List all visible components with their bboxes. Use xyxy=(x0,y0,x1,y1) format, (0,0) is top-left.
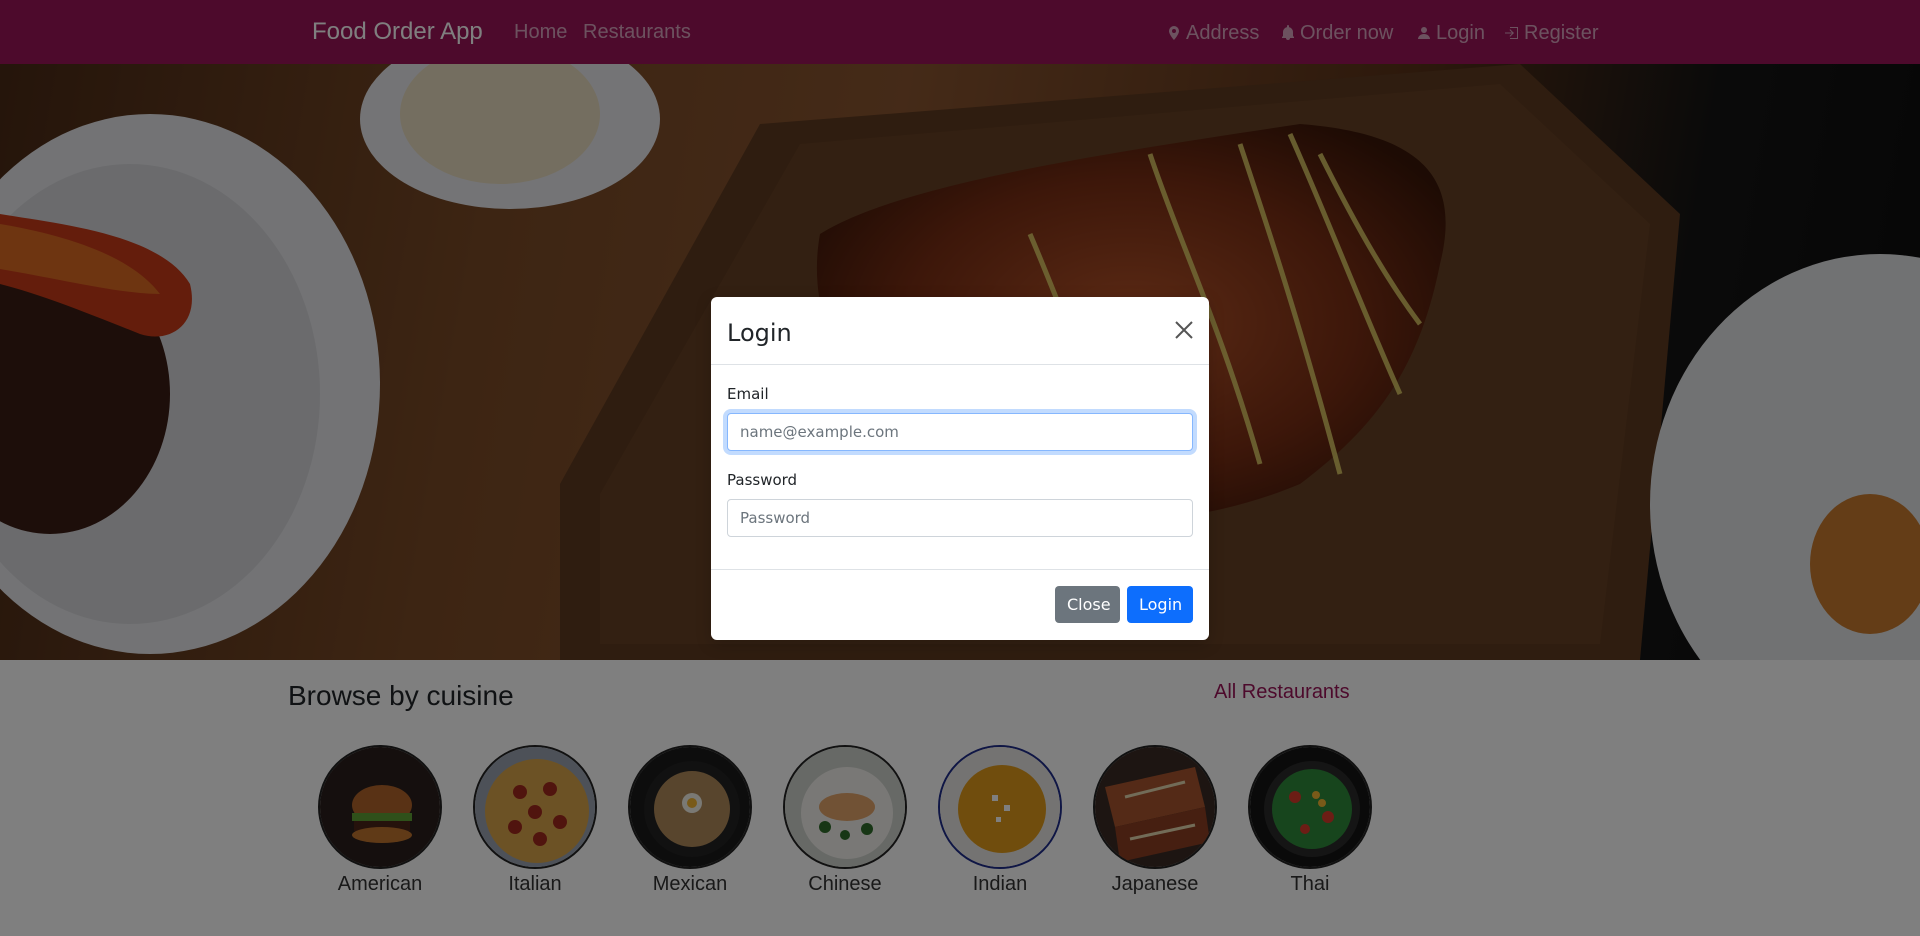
modal-header: Login xyxy=(711,297,1209,365)
login-modal: Login Email Password Close Login xyxy=(711,297,1209,640)
password-label: Password xyxy=(727,471,798,489)
password-input[interactable] xyxy=(727,499,1193,537)
login-button[interactable]: Login xyxy=(1127,586,1193,623)
email-input[interactable] xyxy=(727,413,1193,451)
email-label: Email xyxy=(727,385,769,403)
modal-footer: Close Login xyxy=(711,569,1209,640)
modal-title: Login xyxy=(727,319,792,347)
close-button[interactable]: Close xyxy=(1055,586,1120,623)
close-icon[interactable] xyxy=(1173,319,1195,341)
